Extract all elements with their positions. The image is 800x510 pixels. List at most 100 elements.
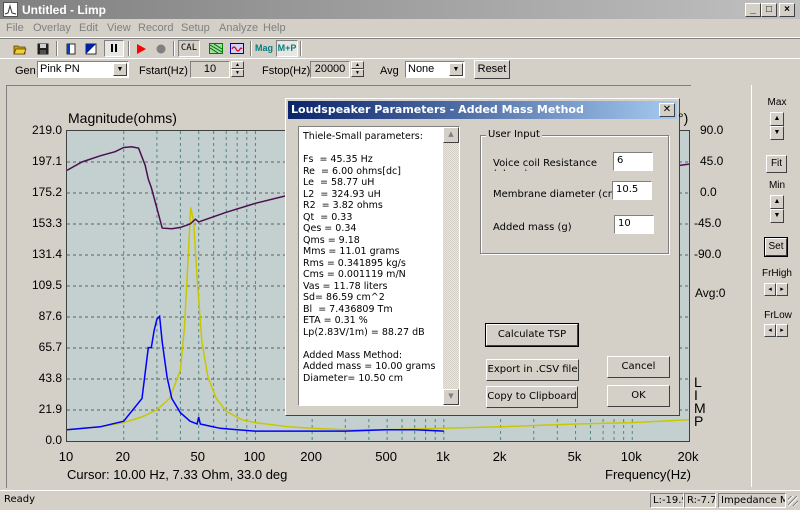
frlow-label: FrLow bbox=[764, 310, 792, 321]
waveform-red-icon[interactable] bbox=[229, 40, 245, 57]
fstart-input[interactable]: 10 bbox=[190, 61, 230, 78]
added-mass-label: Added mass (g) bbox=[493, 222, 572, 233]
scroll-down-icon[interactable]: ▼ bbox=[443, 389, 459, 405]
pause-icon[interactable] bbox=[104, 40, 124, 57]
max-label: Max bbox=[767, 97, 787, 108]
frlow-left-button[interactable]: ◂ bbox=[764, 324, 776, 337]
menu-edit[interactable]: Edit bbox=[79, 22, 98, 34]
generator-select-value: Pink PN bbox=[40, 63, 80, 75]
y2-tick-label: 90.0 bbox=[700, 123, 724, 137]
max-down-button[interactable]: ▼ bbox=[770, 126, 784, 140]
frhigh-label: FrHigh bbox=[761, 268, 792, 279]
maximize-button[interactable]: □ bbox=[761, 3, 777, 17]
tsp-results-text: Thiele-Small parameters: Fs = 45.35 Hz R… bbox=[303, 131, 436, 384]
mag-button[interactable]: Mag bbox=[254, 40, 274, 57]
toggle-icon[interactable] bbox=[84, 40, 98, 57]
tsp-results-textbox[interactable]: Thiele-Small parameters: Fs = 45.35 Hz R… bbox=[298, 126, 460, 406]
min-down-button[interactable]: ▼ bbox=[770, 209, 784, 223]
fstop-spinner[interactable]: ▲ ▼ bbox=[351, 61, 364, 78]
avg-select[interactable]: None ▼ bbox=[405, 61, 465, 78]
min-label: Min bbox=[768, 180, 786, 191]
resize-grip-icon[interactable] bbox=[788, 496, 798, 506]
chevron-down-icon[interactable]: ▼ bbox=[449, 63, 463, 76]
cal-icon[interactable]: CAL bbox=[178, 40, 200, 57]
dialog-title-bar[interactable]: Loudspeaker Parameters - Added Mass Meth… bbox=[288, 101, 677, 119]
y-tick-label: 43.8 bbox=[38, 371, 62, 385]
x-tick-label: 2k bbox=[492, 449, 507, 464]
avg-label: Avg bbox=[380, 65, 399, 77]
fstart-spinner[interactable]: ▲ ▼ bbox=[231, 61, 244, 78]
ok-button[interactable]: OK bbox=[607, 385, 670, 407]
window-title-bar[interactable]: Untitled - Limp _ □ × bbox=[0, 0, 800, 19]
membrane-diameter-input[interactable]: 10.5 bbox=[612, 181, 652, 200]
copy-to-clipboard-button[interactable]: Copy to Clipboard bbox=[486, 386, 578, 408]
spin-down-icon[interactable]: ▼ bbox=[231, 69, 244, 77]
dialog-close-button[interactable]: ✕ bbox=[659, 103, 675, 117]
min-up-button[interactable]: ▲ bbox=[770, 195, 784, 209]
close-button[interactable]: × bbox=[779, 3, 795, 17]
record-stop-icon[interactable] bbox=[154, 40, 168, 57]
open-folder-icon[interactable] bbox=[12, 40, 28, 57]
x-axis-label: Frequency(Hz) bbox=[605, 467, 691, 482]
y-tick-label: 21.9 bbox=[38, 402, 62, 416]
chevron-down-icon[interactable]: ▼ bbox=[113, 63, 127, 76]
scroll-up-icon[interactable]: ▲ bbox=[443, 127, 459, 143]
play-icon[interactable] bbox=[134, 40, 148, 57]
menu-record[interactable]: Record bbox=[138, 22, 173, 34]
y-tick-label: 109.5 bbox=[31, 278, 62, 292]
voice-coil-resistance-label: Voice coil Resistance (ohms) bbox=[493, 158, 598, 171]
added-mass-input[interactable]: 10 bbox=[614, 215, 654, 234]
new-document-icon[interactable] bbox=[64, 40, 78, 57]
export-csv-button[interactable]: Export in .CSV file bbox=[486, 359, 579, 381]
max-up-button[interactable]: ▲ bbox=[770, 112, 784, 126]
scale-control-panel: Max ▲ ▼ Fit Min ▲ ▼ Set FrHigh ◂ ▸ FrLow… bbox=[751, 85, 800, 487]
frhigh-right-button[interactable]: ▸ bbox=[776, 283, 788, 296]
window-title: Untitled - Limp bbox=[22, 3, 106, 17]
minimize-button[interactable]: _ bbox=[745, 3, 761, 17]
fit-button[interactable]: Fit bbox=[766, 155, 787, 173]
menu-overlay[interactable]: Overlay bbox=[33, 22, 71, 34]
status-bar: Ready L:-19.9 R:-7.7 Impedance Measuren bbox=[0, 490, 800, 508]
spin-down-icon[interactable]: ▼ bbox=[351, 69, 364, 77]
x-tick-label: 20 bbox=[115, 449, 130, 464]
reset-button[interactable]: Reset bbox=[474, 60, 510, 79]
frlow-right-button[interactable]: ▸ bbox=[776, 324, 788, 337]
voice-coil-resistance-input[interactable]: 6 bbox=[613, 152, 653, 171]
status-text: Ready bbox=[4, 494, 36, 505]
menu-view[interactable]: View bbox=[107, 22, 131, 34]
y-tick-label: 87.6 bbox=[38, 309, 62, 323]
menu-file[interactable]: File bbox=[6, 22, 24, 34]
generator-select[interactable]: Pink PN ▼ bbox=[37, 61, 129, 78]
menu-analyze[interactable]: Analyze bbox=[219, 22, 258, 34]
spin-up-icon[interactable]: ▲ bbox=[351, 61, 364, 69]
toolbar-separator bbox=[300, 41, 302, 56]
spin-up-icon[interactable]: ▲ bbox=[231, 61, 244, 69]
tsp-scrollbar[interactable]: ▲ ▼ bbox=[443, 127, 459, 405]
toolbar: CAL Mag M+P bbox=[0, 38, 800, 59]
set-button[interactable]: Set bbox=[764, 237, 788, 257]
y-tick-label: 219.0 bbox=[31, 123, 62, 137]
membrane-diameter-label: Membrane diameter (cm) bbox=[493, 189, 622, 200]
waveform-green-icon[interactable] bbox=[208, 40, 224, 57]
save-disk-icon[interactable] bbox=[36, 40, 50, 57]
cancel-button[interactable]: Cancel bbox=[607, 356, 670, 378]
fstop-input[interactable]: 20000 bbox=[310, 61, 350, 78]
x-tick-label: 10 bbox=[58, 449, 74, 464]
avg-readout: Avg:0 bbox=[695, 286, 726, 300]
frhigh-left-button[interactable]: ◂ bbox=[764, 283, 776, 296]
fstart-label: Fstart(Hz) bbox=[139, 65, 188, 77]
calculate-tsp-button[interactable]: Calculate TSP bbox=[485, 323, 579, 347]
mag-phase-button[interactable]: M+P bbox=[276, 40, 298, 57]
cursor-readout: Cursor: 10.00 Hz, 7.33 Ohm, 33.0 deg bbox=[67, 467, 288, 482]
x-tick-label: 20k bbox=[677, 449, 699, 464]
y-tick-label: 153.3 bbox=[31, 216, 62, 230]
y-tick-label: 175.2 bbox=[31, 185, 62, 199]
right-level-readout: R:-7.7 bbox=[684, 493, 716, 508]
y2-tick-label: -90.0 bbox=[694, 247, 722, 261]
y2-axis-title: °) bbox=[678, 110, 689, 126]
menu-setup[interactable]: Setup bbox=[181, 22, 210, 34]
toolbar-separator bbox=[173, 41, 175, 56]
x-tick-label: 500 bbox=[375, 449, 397, 464]
menu-help[interactable]: Help bbox=[263, 22, 286, 34]
y2-tick-label: 0.0 bbox=[700, 185, 717, 199]
